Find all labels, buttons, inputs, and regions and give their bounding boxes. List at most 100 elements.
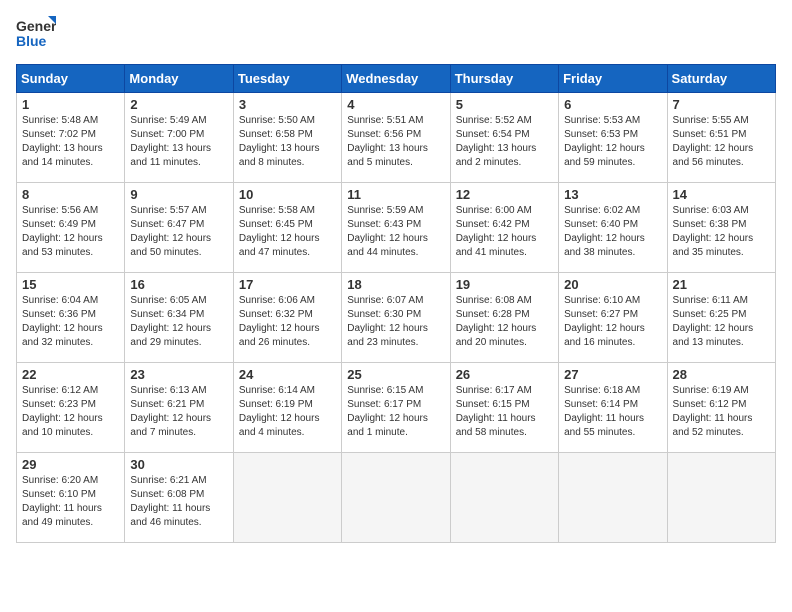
day-info: Sunrise: 6:00 AM Sunset: 6:42 PM Dayligh… xyxy=(456,204,553,260)
calendar-cell xyxy=(667,453,775,543)
calendar-week-1: 1Sunrise: 5:48 AM Sunset: 7:02 PM Daylig… xyxy=(17,93,776,183)
day-info: Sunrise: 6:07 AM Sunset: 6:30 PM Dayligh… xyxy=(347,294,444,350)
day-number: 28 xyxy=(673,367,770,382)
day-number: 25 xyxy=(347,367,444,382)
day-info: Sunrise: 5:58 AM Sunset: 6:45 PM Dayligh… xyxy=(239,204,336,260)
day-info: Sunrise: 6:17 AM Sunset: 6:15 PM Dayligh… xyxy=(456,384,553,440)
calendar-cell: 4 Sunrise: 5:51 AM Sunset: 6:56 PM Daylig… xyxy=(342,93,450,183)
calendar-cell: 19Sunrise: 6:08 AM Sunset: 6:28 PM Dayli… xyxy=(450,273,558,363)
day-info: Sunrise: 5:51 AM Sunset: 6:56 PM Dayligh… xyxy=(347,114,444,170)
page-header: General Blue xyxy=(16,16,776,52)
calendar-cell: 16 Sunrise: 6:05 AM Sunset: 6:34 PM Dayli… xyxy=(125,273,233,363)
day-number: 15 xyxy=(22,277,119,292)
day-number: 4 xyxy=(347,97,444,112)
day-number: 30 xyxy=(130,457,227,472)
day-number: 6 xyxy=(564,97,661,112)
calendar-cell: 10 Sunrise: 5:58 AM Sunset: 6:45 PM Dayli… xyxy=(233,183,341,273)
col-header-monday: Monday xyxy=(125,65,233,93)
calendar-cell: 7 Sunrise: 5:55 AM Sunset: 6:51 PM Daylig… xyxy=(667,93,775,183)
day-number: 23 xyxy=(130,367,227,382)
day-number: 5 xyxy=(456,97,553,112)
day-number: 18 xyxy=(347,277,444,292)
svg-text:General: General xyxy=(16,18,56,34)
calendar-cell: 20 Sunrise: 6:10 AM Sunset: 6:27 PM Dayli… xyxy=(559,273,667,363)
calendar-cell: 29 Sunrise: 6:20 AM Sunset: 6:10 PM Dayli… xyxy=(17,453,125,543)
day-info: Sunrise: 6:02 AM Sunset: 6:40 PM Dayligh… xyxy=(564,204,661,260)
calendar-cell: 27 Sunrise: 6:18 AM Sunset: 6:14 PM Dayli… xyxy=(559,363,667,453)
calendar-cell: 8 Sunrise: 5:56 AM Sunset: 6:49 PM Daylig… xyxy=(17,183,125,273)
day-number: 17 xyxy=(239,277,336,292)
day-info: Sunrise: 6:06 AM Sunset: 6:32 PM Dayligh… xyxy=(239,294,336,350)
calendar-table: SundayMondayTuesdayWednesdayThursdayFrid… xyxy=(16,64,776,543)
calendar-week-5: 29 Sunrise: 6:20 AM Sunset: 6:10 PM Dayli… xyxy=(17,453,776,543)
calendar-cell xyxy=(559,453,667,543)
day-info: Sunrise: 6:05 AM Sunset: 6:34 PM Dayligh… xyxy=(130,294,227,350)
calendar-cell: 15 Sunrise: 6:04 AM Sunset: 6:36 PM Dayli… xyxy=(17,273,125,363)
calendar-week-4: 22 Sunrise: 6:12 AM Sunset: 6:23 PM Dayli… xyxy=(17,363,776,453)
calendar-cell: 9Sunrise: 5:57 AM Sunset: 6:47 PM Daylig… xyxy=(125,183,233,273)
calendar-cell: 22 Sunrise: 6:12 AM Sunset: 6:23 PM Dayli… xyxy=(17,363,125,453)
day-number: 29 xyxy=(22,457,119,472)
day-number: 27 xyxy=(564,367,661,382)
calendar-cell: 24 Sunrise: 6:14 AM Sunset: 6:19 PM Dayli… xyxy=(233,363,341,453)
day-number: 22 xyxy=(22,367,119,382)
day-number: 13 xyxy=(564,187,661,202)
calendar-cell: 18 Sunrise: 6:07 AM Sunset: 6:30 PM Dayli… xyxy=(342,273,450,363)
day-number: 12 xyxy=(456,187,553,202)
calendar-cell xyxy=(342,453,450,543)
logo: General Blue xyxy=(16,16,56,52)
day-number: 16 xyxy=(130,277,227,292)
day-info: Sunrise: 6:11 AM Sunset: 6:25 PM Dayligh… xyxy=(673,294,770,350)
day-info: Sunrise: 6:14 AM Sunset: 6:19 PM Dayligh… xyxy=(239,384,336,440)
col-header-friday: Friday xyxy=(559,65,667,93)
day-info: Sunrise: 6:18 AM Sunset: 6:14 PM Dayligh… xyxy=(564,384,661,440)
day-info: Sunrise: 6:04 AM Sunset: 6:36 PM Dayligh… xyxy=(22,294,119,350)
day-number: 7 xyxy=(673,97,770,112)
calendar-cell: 2 Sunrise: 5:49 AM Sunset: 7:00 PM Daylig… xyxy=(125,93,233,183)
calendar-cell: 11Sunrise: 5:59 AM Sunset: 6:43 PM Dayli… xyxy=(342,183,450,273)
day-info: Sunrise: 6:03 AM Sunset: 6:38 PM Dayligh… xyxy=(673,204,770,260)
day-info: Sunrise: 5:57 AM Sunset: 6:47 PM Dayligh… xyxy=(130,204,227,260)
calendar-week-2: 8 Sunrise: 5:56 AM Sunset: 6:49 PM Daylig… xyxy=(17,183,776,273)
logo-icon: General Blue xyxy=(16,16,56,52)
calendar-cell: 23 Sunrise: 6:13 AM Sunset: 6:21 PM Dayli… xyxy=(125,363,233,453)
day-info: Sunrise: 5:50 AM Sunset: 6:58 PM Dayligh… xyxy=(239,114,336,170)
calendar-cell: 25 Sunrise: 6:15 AM Sunset: 6:17 PM Dayli… xyxy=(342,363,450,453)
day-info: Sunrise: 6:08 AM Sunset: 6:28 PM Dayligh… xyxy=(456,294,553,350)
day-number: 26 xyxy=(456,367,553,382)
day-number: 20 xyxy=(564,277,661,292)
calendar-cell: 17 Sunrise: 6:06 AM Sunset: 6:32 PM Dayli… xyxy=(233,273,341,363)
day-info: Sunrise: 5:48 AM Sunset: 7:02 PM Dayligh… xyxy=(22,114,119,170)
calendar-cell: 12 Sunrise: 6:00 AM Sunset: 6:42 PM Dayli… xyxy=(450,183,558,273)
calendar-cell: 14 Sunrise: 6:03 AM Sunset: 6:38 PM Dayli… xyxy=(667,183,775,273)
day-info: Sunrise: 5:55 AM Sunset: 6:51 PM Dayligh… xyxy=(673,114,770,170)
calendar-cell xyxy=(233,453,341,543)
day-number: 14 xyxy=(673,187,770,202)
calendar-cell: 30Sunrise: 6:21 AM Sunset: 6:08 PM Dayli… xyxy=(125,453,233,543)
col-header-sunday: Sunday xyxy=(17,65,125,93)
calendar-cell: 26 Sunrise: 6:17 AM Sunset: 6:15 PM Dayli… xyxy=(450,363,558,453)
day-info: Sunrise: 6:13 AM Sunset: 6:21 PM Dayligh… xyxy=(130,384,227,440)
day-number: 24 xyxy=(239,367,336,382)
day-info: Sunrise: 6:20 AM Sunset: 6:10 PM Dayligh… xyxy=(22,474,119,530)
calendar-cell: 3 Sunrise: 5:50 AM Sunset: 6:58 PM Daylig… xyxy=(233,93,341,183)
calendar-cell: 6Sunrise: 5:53 AM Sunset: 6:53 PM Daylig… xyxy=(559,93,667,183)
col-header-thursday: Thursday xyxy=(450,65,558,93)
calendar-cell: 1Sunrise: 5:48 AM Sunset: 7:02 PM Daylig… xyxy=(17,93,125,183)
day-info: Sunrise: 5:49 AM Sunset: 7:00 PM Dayligh… xyxy=(130,114,227,170)
day-info: Sunrise: 6:15 AM Sunset: 6:17 PM Dayligh… xyxy=(347,384,444,440)
day-info: Sunrise: 6:12 AM Sunset: 6:23 PM Dayligh… xyxy=(22,384,119,440)
svg-text:Blue: Blue xyxy=(16,33,47,49)
calendar-cell: 28Sunrise: 6:19 AM Sunset: 6:12 PM Dayli… xyxy=(667,363,775,453)
col-header-tuesday: Tuesday xyxy=(233,65,341,93)
day-info: Sunrise: 6:10 AM Sunset: 6:27 PM Dayligh… xyxy=(564,294,661,350)
day-info: Sunrise: 5:56 AM Sunset: 6:49 PM Dayligh… xyxy=(22,204,119,260)
day-number: 3 xyxy=(239,97,336,112)
day-number: 8 xyxy=(22,187,119,202)
day-number: 21 xyxy=(673,277,770,292)
day-number: 10 xyxy=(239,187,336,202)
calendar-cell: 13 Sunrise: 6:02 AM Sunset: 6:40 PM Dayli… xyxy=(559,183,667,273)
day-number: 2 xyxy=(130,97,227,112)
col-header-saturday: Saturday xyxy=(667,65,775,93)
calendar-cell xyxy=(450,453,558,543)
